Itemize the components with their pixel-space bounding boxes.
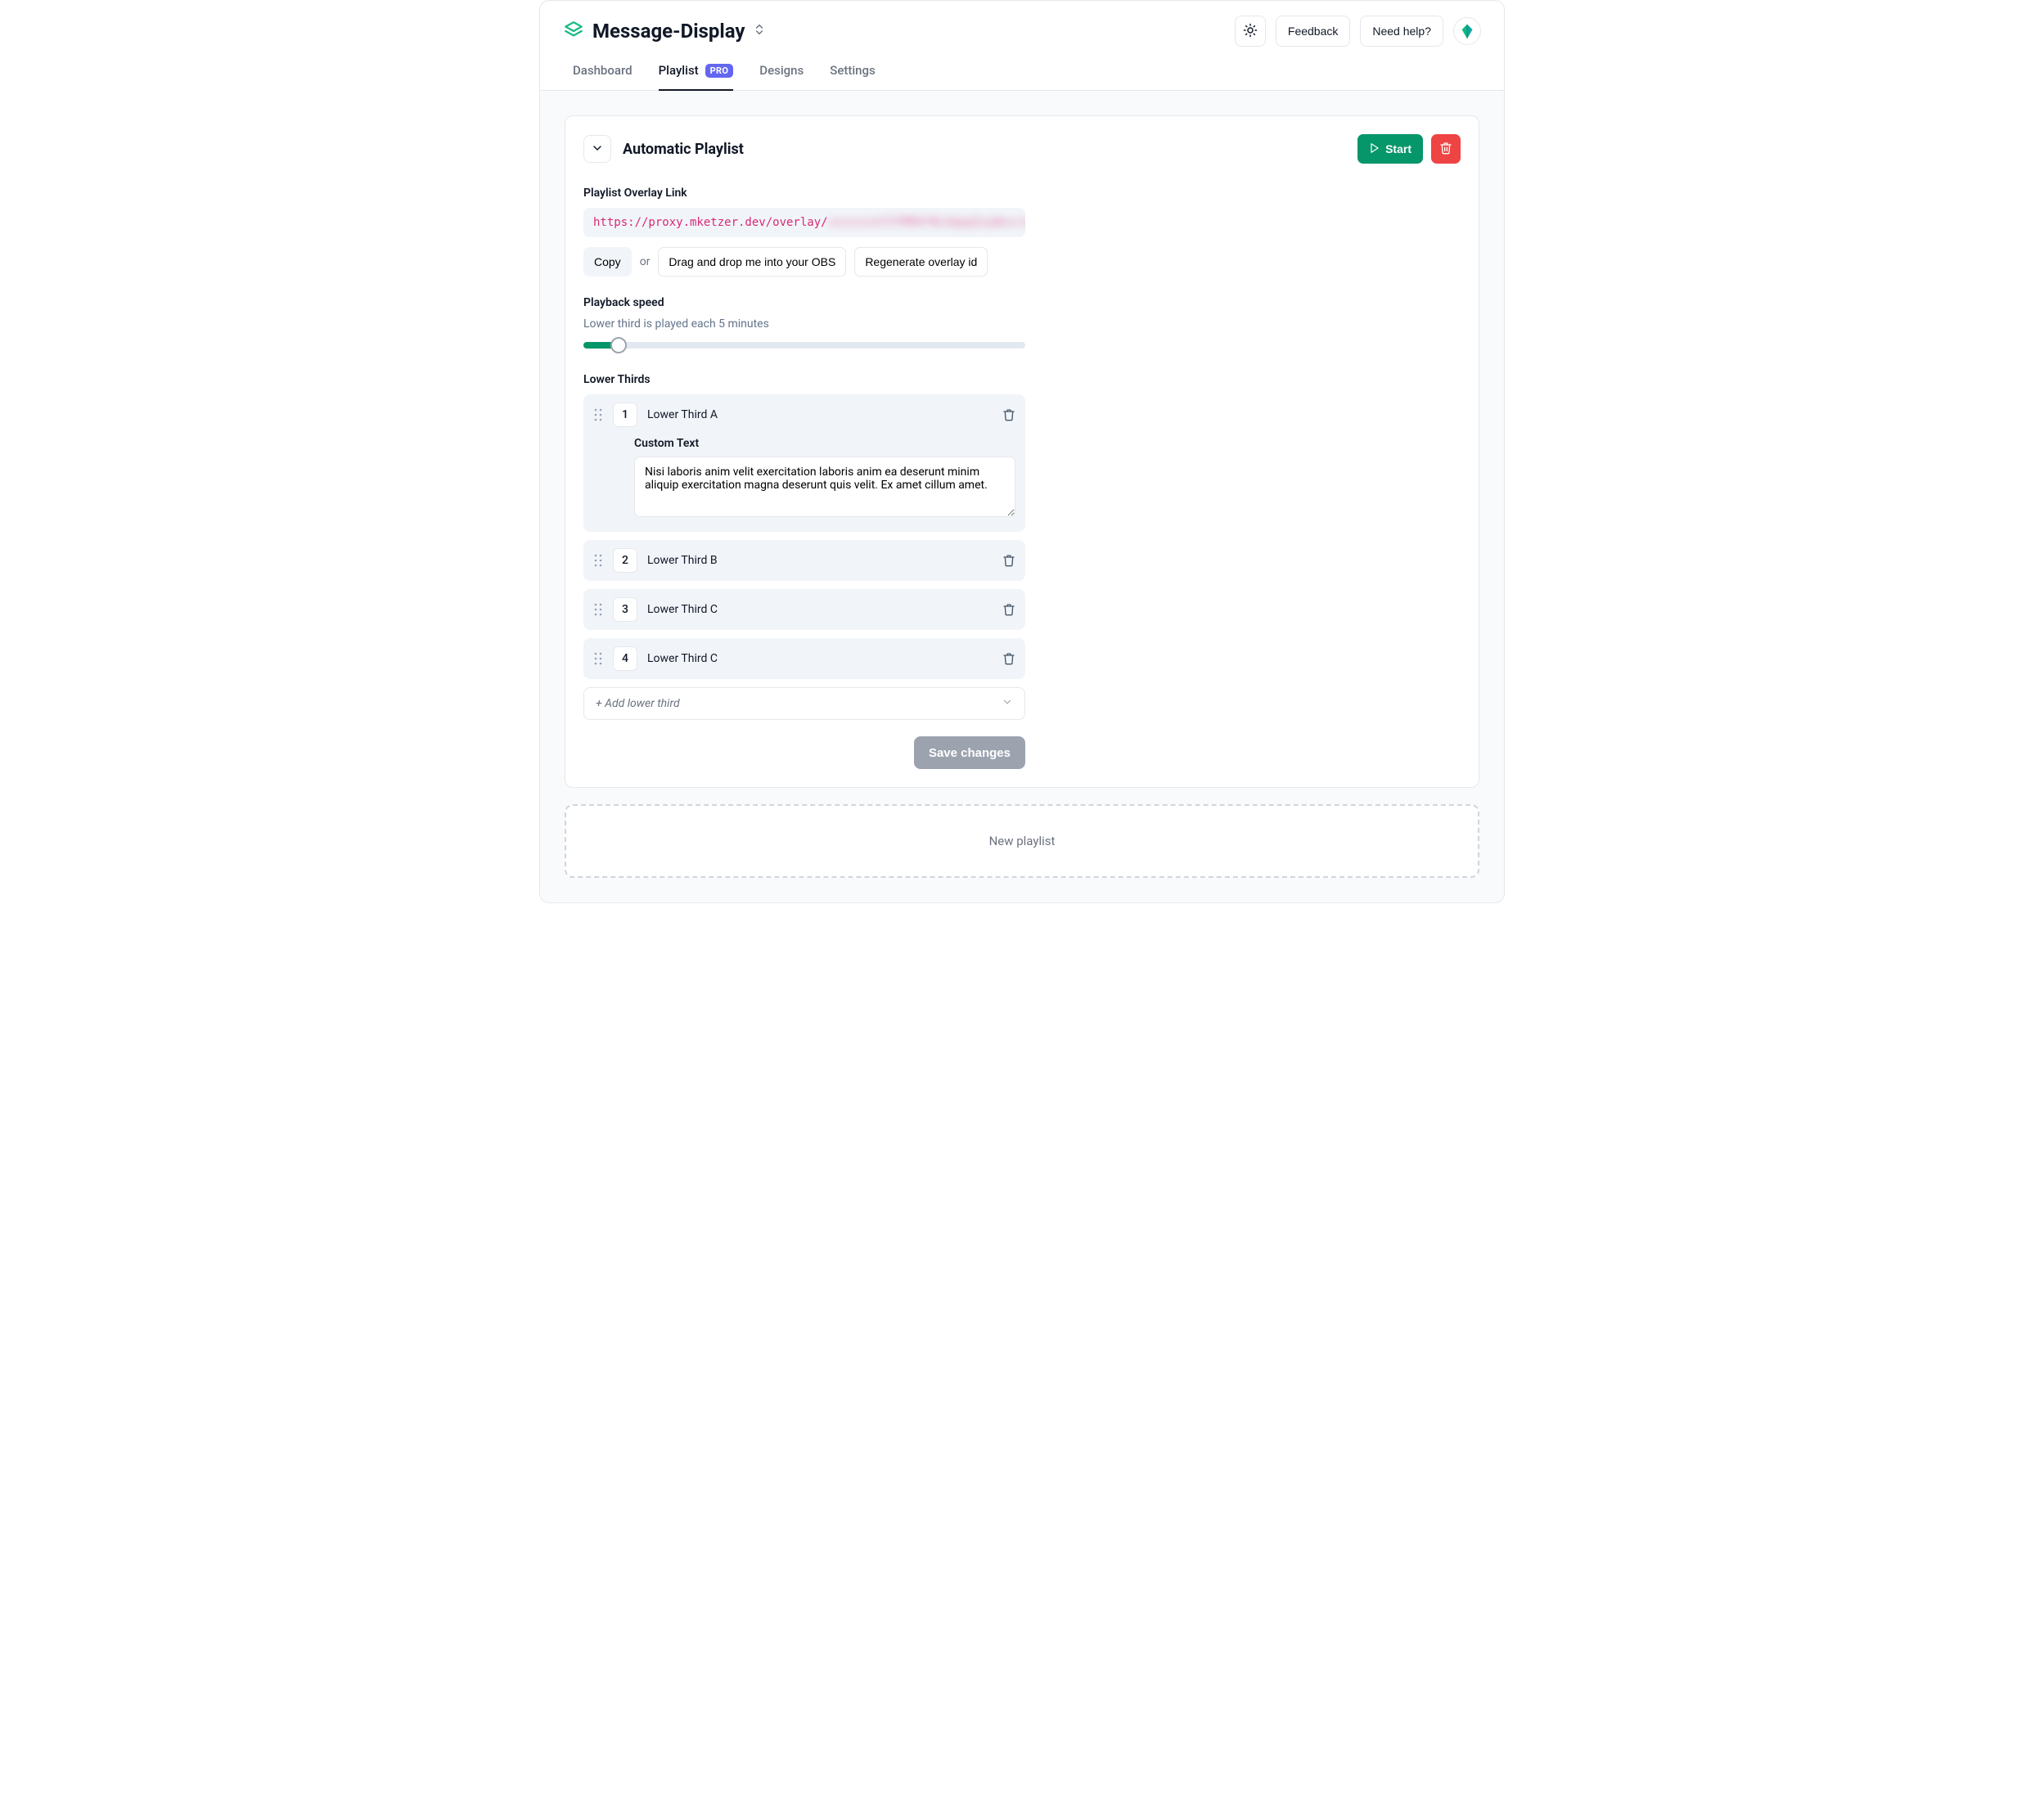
sun-icon	[1243, 23, 1258, 40]
lower-thirds-list: 1 Lower Third A Custom Text	[583, 394, 1025, 720]
overlay-link-actions: Copy or Drag and drop me into your OBS R…	[583, 247, 1025, 277]
lower-third-row[interactable]: 1 Lower Third A	[593, 403, 1015, 427]
tab-playlist[interactable]: Playlist PRO	[659, 63, 734, 91]
trash-icon	[1439, 142, 1452, 157]
overlay-link-url: https://proxy.mketzer.dev/overlay/	[593, 216, 828, 229]
start-button[interactable]: Start	[1357, 134, 1423, 164]
card-header-right: Start	[1357, 134, 1461, 164]
card-header-left: Automatic Playlist	[583, 135, 744, 163]
chevron-down-icon	[1002, 696, 1013, 711]
user-avatar[interactable]	[1453, 17, 1481, 45]
lower-third-item: 1 Lower Third A Custom Text	[583, 394, 1025, 532]
lower-third-item: 2 Lower Third B	[583, 540, 1025, 581]
drag-handle-icon[interactable]	[593, 554, 603, 567]
delete-item-button[interactable]	[1002, 652, 1015, 665]
playlist-settings: Playlist Overlay Link https://proxy.mket…	[583, 187, 1025, 769]
drag-drop-button[interactable]: Drag and drop me into your OBS	[658, 247, 846, 277]
app-logo-icon	[563, 20, 584, 42]
lower-third-item: 4 Lower Third C	[583, 638, 1025, 679]
lower-third-name: Lower Third A	[647, 408, 993, 421]
content-area: Automatic Playlist Start	[540, 91, 1504, 902]
save-button[interactable]: Save changes	[914, 736, 1025, 769]
playback-subtext: Lower third is played each 5 minutes	[583, 317, 1025, 331]
slider-thumb[interactable]	[610, 337, 627, 353]
overlay-link-label: Playlist Overlay Link	[583, 187, 1025, 200]
app-window: Message-Display Feedba	[539, 0, 1505, 903]
delete-playlist-button[interactable]	[1431, 134, 1461, 164]
tab-settings[interactable]: Settings	[830, 63, 876, 91]
tab-label: Designs	[759, 63, 804, 78]
order-number: 3	[613, 597, 637, 622]
help-button[interactable]: Need help?	[1360, 16, 1443, 47]
order-number: 1	[613, 403, 637, 427]
tab-designs[interactable]: Designs	[759, 63, 804, 91]
custom-text-label: Custom Text	[634, 437, 1015, 450]
lower-third-name: Lower Third B	[647, 554, 993, 567]
or-text: or	[640, 255, 651, 268]
tab-label: Dashboard	[573, 63, 633, 78]
chevron-down-icon	[591, 142, 604, 157]
delete-item-button[interactable]	[1002, 603, 1015, 616]
start-label: Start	[1385, 142, 1411, 155]
delete-item-button[interactable]	[1002, 554, 1015, 567]
tab-label: Playlist	[659, 63, 699, 78]
drag-handle-icon[interactable]	[593, 652, 603, 665]
playback-label: Playback speed	[583, 296, 1025, 309]
top-header: Message-Display Feedba	[540, 1, 1504, 47]
delete-item-button[interactable]	[1002, 408, 1015, 421]
header-left: Message-Display	[563, 20, 766, 43]
order-number: 4	[613, 646, 637, 671]
nav-tabs: Dashboard Playlist PRO Designs Settings	[540, 47, 1504, 91]
tab-dashboard[interactable]: Dashboard	[573, 63, 633, 91]
pro-badge: PRO	[705, 64, 734, 78]
header-right: Feedback Need help?	[1235, 16, 1481, 47]
order-number: 2	[613, 548, 637, 573]
add-label: + Add lower third	[596, 697, 680, 710]
lower-third-expanded: Custom Text	[593, 427, 1015, 524]
play-icon	[1369, 142, 1380, 156]
drag-handle-icon[interactable]	[593, 408, 603, 421]
feedback-button[interactable]: Feedback	[1276, 16, 1350, 47]
gem-icon	[1458, 22, 1476, 40]
slider-track	[583, 342, 1025, 349]
app-title: Message-Display	[592, 20, 745, 43]
app-switcher-icon[interactable]	[753, 23, 766, 39]
playback-slider[interactable]	[583, 337, 1025, 353]
theme-toggle-button[interactable]	[1235, 16, 1266, 47]
drag-handle-icon[interactable]	[593, 603, 603, 616]
lower-thirds-label: Lower Thirds	[583, 373, 1025, 386]
new-playlist-button[interactable]: New playlist	[565, 804, 1479, 878]
playlist-card: Automatic Playlist Start	[565, 115, 1479, 788]
tab-label: Settings	[830, 63, 876, 78]
custom-text-input[interactable]	[634, 457, 1015, 517]
lower-third-row[interactable]: 2 Lower Third B	[593, 548, 1015, 573]
card-header: Automatic Playlist Start	[583, 134, 1461, 164]
lower-third-name: Lower Third C	[647, 603, 993, 616]
lower-third-row[interactable]: 3 Lower Third C	[593, 597, 1015, 622]
copy-button[interactable]: Copy	[583, 247, 632, 277]
playlist-title: Automatic Playlist	[623, 141, 744, 158]
collapse-button[interactable]	[583, 135, 611, 163]
add-lower-third-button[interactable]: + Add lower third	[583, 687, 1025, 720]
overlay-link-token: xxxxxxx%7CPMM47NcXmpq5nyWnx/xxxxxx%7CPMM…	[828, 216, 1025, 229]
lower-third-name: Lower Third C	[647, 652, 993, 665]
overlay-link-box[interactable]: https://proxy.mketzer.dev/overlay/ xxxxx…	[583, 208, 1025, 237]
regenerate-button[interactable]: Regenerate overlay id	[854, 247, 988, 277]
save-row: Save changes	[583, 736, 1025, 769]
new-playlist-label: New playlist	[989, 834, 1056, 848]
lower-third-item: 3 Lower Third C	[583, 589, 1025, 630]
lower-third-row[interactable]: 4 Lower Third C	[593, 646, 1015, 671]
